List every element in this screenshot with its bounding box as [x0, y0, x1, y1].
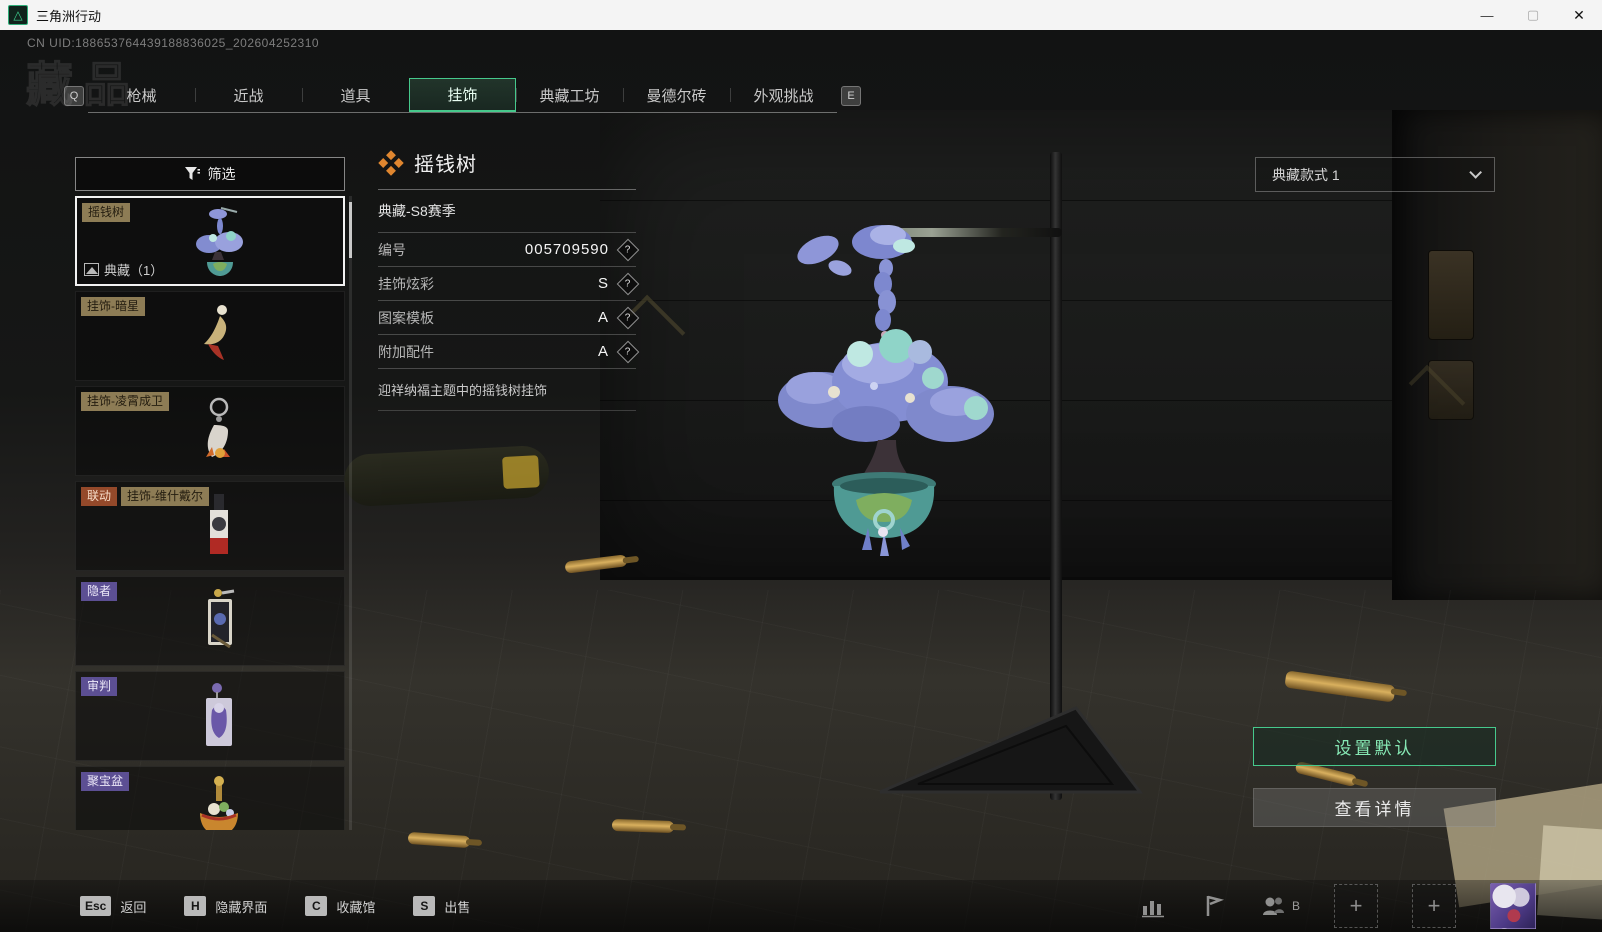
help-icon[interactable]: ?: [616, 340, 640, 363]
team-key-label: B: [1291, 899, 1300, 913]
list-scrollbar[interactable]: [349, 196, 352, 830]
minimize-button[interactable]: —: [1464, 0, 1510, 30]
esc-keycap: Esc: [80, 896, 112, 916]
tab-items[interactable]: 道具: [302, 78, 409, 112]
next-tab-keycap: E: [841, 85, 861, 106]
maximize-button[interactable]: ▢: [1510, 0, 1556, 30]
item-lingxiao-guard[interactable]: 挂饰-凌霄成卫: [75, 386, 345, 476]
vishtal-card-thumb: [210, 494, 228, 554]
help-icon[interactable]: ?: [616, 272, 640, 295]
row-pattern-template: 图案模板 A ?: [378, 301, 640, 335]
money-tree-thumb: [196, 207, 243, 276]
window-controls: — ▢ ✕: [1464, 0, 1602, 30]
money-tree-charm-3d: [778, 225, 994, 556]
rarity-badge: 挂饰-暗星: [81, 297, 145, 316]
set-default-button[interactable]: 设置默认: [1253, 727, 1496, 766]
team-button[interactable]: B: [1260, 893, 1300, 919]
collection-icon: [84, 263, 99, 276]
decor-bullet: [611, 818, 675, 834]
charm-list: 摇钱树 典藏（1） 挂饰-暗星 挂饰-凌霄成卫 联动 挂饰-维什戴尔 隐者 审判…: [75, 196, 345, 830]
help-icon[interactable]: ?: [616, 238, 640, 261]
add-icon: +: [1349, 893, 1363, 918]
filter-label: 筛选: [207, 166, 236, 182]
window-titlebar: △ 三角洲行动 — ▢ ✕: [0, 0, 1602, 30]
game-window: △ 三角洲行动 — ▢ ✕ CN UID:1886537644391888360…: [0, 0, 1602, 932]
account-uid: CN UID:188653764439188836025_20260425231…: [27, 36, 320, 50]
item-money-tree[interactable]: 摇钱树 典藏（1）: [75, 196, 345, 286]
chevron-down-icon: [1469, 166, 1482, 179]
filter-button[interactable]: 筛选: [75, 157, 345, 191]
category-tabbar: Q 枪械 近战 道具 挂饰 典藏工坊 曼德尔砖 外观挑战 E: [64, 78, 861, 113]
tab-melee[interactable]: 近战: [195, 78, 302, 112]
app-logo-icon: △: [8, 5, 28, 25]
shortcut-sell[interactable]: S 出售: [413, 896, 470, 916]
funnel-icon: [184, 167, 200, 180]
teammate-slot-2[interactable]: +: [1412, 884, 1456, 928]
help-icon[interactable]: ?: [616, 306, 640, 329]
scrollbar-thumb[interactable]: [349, 202, 352, 258]
item-hermit[interactable]: 隐者: [75, 576, 345, 666]
stats-chart-icon[interactable]: [1140, 893, 1166, 919]
style-dropdown-value: 典藏款式 1: [1272, 166, 1340, 183]
shortcut-hide-ui[interactable]: H 隐藏界面: [184, 896, 267, 916]
rarity-badge: 摇钱树: [82, 203, 131, 222]
shortcut-back[interactable]: Esc 返回: [80, 896, 146, 916]
add-icon: +: [1427, 893, 1441, 918]
view-details-button[interactable]: 查看详情: [1253, 788, 1496, 827]
team-people-icon: [1262, 897, 1284, 915]
stand-base: [879, 706, 1144, 794]
item-dark-star[interactable]: 挂饰-暗星: [75, 291, 345, 381]
tabs: 枪械 近战 道具 挂饰 典藏工坊 曼德尔砖 外观挑战: [88, 78, 837, 113]
cloud-canopy: [778, 329, 994, 442]
report-flag-icon[interactable]: [1200, 893, 1226, 919]
rarity-badge: 审判: [81, 677, 118, 696]
prev-tab-keycap: Q: [64, 85, 84, 106]
item-judgement[interactable]: 审判: [75, 671, 345, 761]
crate-latch: [1428, 250, 1474, 340]
charm-name: 摇钱树: [414, 154, 477, 176]
h-keycap: H: [184, 896, 207, 916]
rocket-keychain-thumb: [206, 397, 230, 458]
collection-count: 典藏（1）: [84, 260, 163, 279]
judgement-card-thumb: [206, 683, 232, 746]
window-title: 三角洲行动: [36, 8, 102, 24]
tab-mandel-brick[interactable]: 曼德尔砖: [623, 78, 730, 112]
c-keycap: C: [305, 896, 328, 916]
tab-collection-workshop[interactable]: 典藏工坊: [516, 78, 623, 112]
row-charm-colorway: 挂饰炫彩 S ?: [378, 267, 640, 301]
item-vishtal[interactable]: 联动 挂饰-维什戴尔: [75, 481, 345, 571]
treasure-bowl-thumb: [200, 776, 238, 830]
row-extra-accessory: 附加配件 A ?: [378, 335, 640, 369]
shortcut-bar: Esc 返回 H 隐藏界面 C 收藏馆 S 出售 B + +: [0, 880, 1602, 932]
tab-appearance-challenge[interactable]: 外观挑战: [730, 78, 837, 112]
shortcut-collection-hall[interactable]: C 收藏馆: [305, 896, 375, 916]
style-dropdown[interactable]: 典藏款式 1: [1255, 157, 1495, 192]
row-serial: 编号 005709590 ?: [378, 233, 640, 267]
hermit-card-thumb: [208, 589, 235, 649]
tab-firearms[interactable]: 枪械: [88, 78, 195, 112]
rarity-badge: 隐者: [81, 582, 118, 601]
dark-star-thumb: [204, 305, 227, 360]
linkage-badge: 联动: [81, 487, 118, 506]
system-tray: B + +: [1140, 883, 1536, 929]
rarity-badge: 聚宝盆: [81, 772, 130, 791]
top-flowers: [797, 225, 915, 276]
teammate-slot-1[interactable]: +: [1334, 884, 1378, 928]
s-keycap: S: [413, 896, 436, 916]
rarity-badge: 挂饰-凌霄成卫: [81, 392, 169, 411]
rarity-diamond-icon: [378, 149, 404, 176]
close-button[interactable]: ✕: [1556, 0, 1602, 30]
charm-description: 迎祥纳福主题中的摇钱树挂饰: [378, 369, 636, 411]
item-treasure-bowl[interactable]: 聚宝盆: [75, 766, 345, 830]
detail-title-row: 摇钱树: [378, 148, 636, 190]
season-label: 典藏-S8赛季: [378, 190, 636, 233]
twisted-cord: [874, 259, 896, 339]
player-avatar[interactable]: [1490, 883, 1536, 929]
tab-charms[interactable]: 挂饰: [409, 78, 516, 112]
decor-bottle: [342, 444, 551, 508]
shortcuts: Esc 返回 H 隐藏界面 C 收藏馆 S 出售: [80, 896, 470, 916]
detail-panel: 摇钱树 典藏-S8赛季 编号 005709590 ? 挂饰炫彩 S ? 图案模板…: [378, 148, 640, 411]
